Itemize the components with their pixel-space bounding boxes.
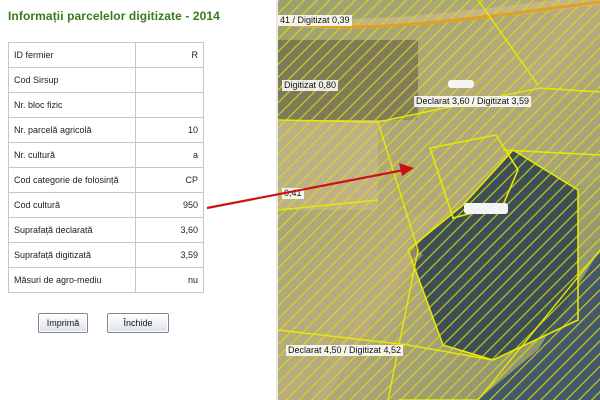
arrow-line [206, 168, 405, 210]
pointer-arrow [206, 163, 414, 210]
arrow-head [399, 163, 414, 176]
